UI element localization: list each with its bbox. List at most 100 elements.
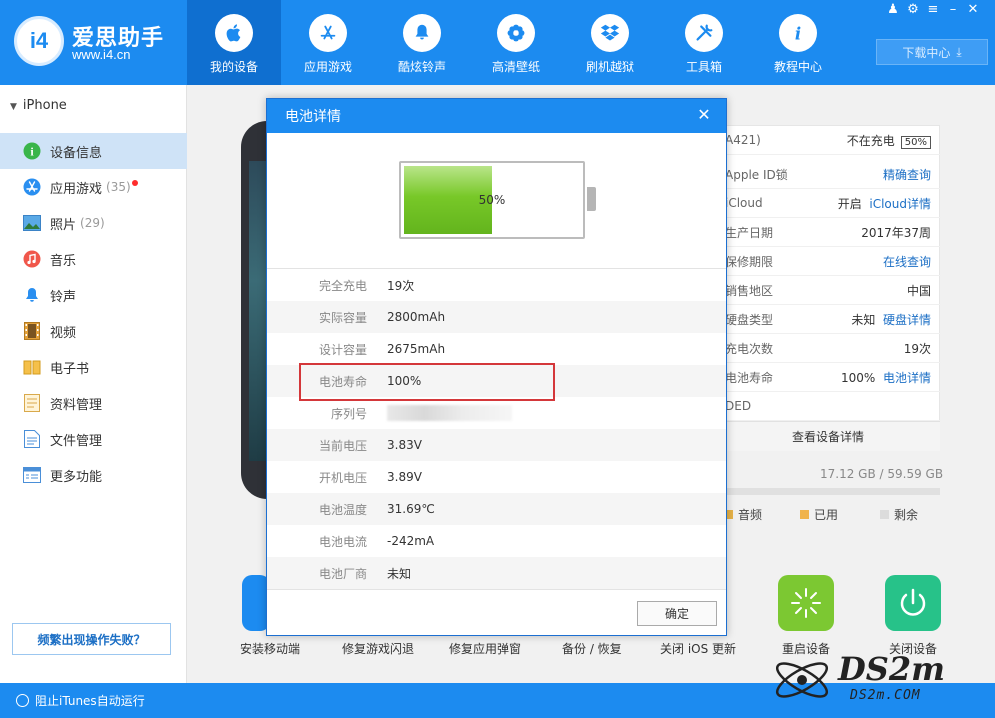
battery-row-serial: 序列号 <box>267 397 726 429</box>
row-key: 实际容量 <box>318 310 367 325</box>
info-row-disk: 硬盘类型 未知 硬盘详情 <box>717 305 941 334</box>
document-icon <box>22 393 42 413</box>
charge-status: 不在充电 50% <box>847 132 931 149</box>
minimize-icon[interactable]: – <box>943 2 963 17</box>
grid-icon <box>22 465 42 485</box>
sidebar-item-label: 照片 <box>50 217 77 233</box>
row-key: 电池厂商 <box>318 566 367 581</box>
icloud-detail-link[interactable]: iCloud详情 <box>869 197 931 211</box>
info-key: 保修期限 <box>725 254 774 269</box>
info-key: 销售地区 <box>725 283 774 298</box>
bell-icon <box>22 285 42 305</box>
tool-label: 修复应用弹窗 <box>449 642 522 656</box>
info-link[interactable]: 精确查询 <box>883 166 931 183</box>
sidebar-item-label: 视频 <box>50 325 77 341</box>
nav-label: 我的设备 <box>209 60 258 74</box>
device-selector[interactable]: ▼ iPhone <box>10 98 67 113</box>
tool-label: 备份 / 恢复 <box>562 642 622 656</box>
sidebar-item-ringtones[interactable]: 铃声 <box>0 277 187 313</box>
block-itunes-toggle[interactable]: 阻止iTunes自动运行 <box>16 692 145 709</box>
power-icon <box>885 575 941 631</box>
battery-details-dialog: 电池详情 ✕ 50% 完全充电 19次 实际容量 2800mAh 设计容量 2675m… <box>266 98 727 636</box>
sidebar-count: (29) <box>80 216 105 230</box>
battery-row-design-capacity: 设计容量 2675mAh <box>267 333 726 365</box>
app-store-icon <box>22 177 42 197</box>
view-device-details-button[interactable]: 查看设备详情 <box>716 421 940 451</box>
model-text: A421) <box>725 133 761 147</box>
disk-detail-link[interactable]: 硬盘详情 <box>883 313 931 327</box>
sidebar-item-music[interactable]: 音乐 <box>0 241 187 277</box>
battery-graphic-area: 50% <box>267 133 726 269</box>
close-icon[interactable]: ✕ <box>694 105 714 125</box>
confirm-button[interactable]: 确定 <box>637 601 717 626</box>
watermark-text: DS2m <box>838 650 945 688</box>
sidebar-item-videos[interactable]: 视频 <box>0 313 187 349</box>
sidebar-item-label: 音乐 <box>50 253 77 269</box>
row-value: -242mA <box>387 534 435 548</box>
download-center-button[interactable]: 下载中心 ⤓ <box>876 39 988 65</box>
row-key: 当前电压 <box>318 438 367 453</box>
restart-device-tool[interactable] <box>778 575 834 637</box>
battery-row-temperature: 电池温度 31.69℃ <box>267 493 726 525</box>
itunes-label: 阻止iTunes自动运行 <box>35 694 145 708</box>
battery-row-actual-capacity: 实际容量 2800mAh <box>267 301 726 333</box>
menu-icon[interactable]: ≡ <box>923 2 943 17</box>
row-value: 3.89V <box>387 470 422 484</box>
caret-down-icon: ▼ <box>10 102 17 112</box>
battery-row-current-voltage: 当前电压 3.83V <box>267 429 726 461</box>
close-icon[interactable]: ✕ <box>963 2 983 17</box>
info-icon: i <box>779 14 817 52</box>
nav-ringtones[interactable]: 酷炫铃声 <box>375 0 469 85</box>
row-value: 2675mAh <box>387 342 446 356</box>
info-value: 19次 <box>903 341 931 356</box>
info-row-production: 生产日期 2017年37周 <box>717 218 941 247</box>
top-bar: i4 爱思助手 www.i4.cn 我的设备 应用游戏 酷炫铃声 高清壁纸 刷机… <box>0 0 995 85</box>
nav-apps-games[interactable]: 应用游戏 <box>281 0 375 85</box>
sidebar-item-ebooks[interactable]: 电子书 <box>0 349 187 385</box>
device-info-panel: A421) 不在充电 50% Apple ID锁 精确查询 iCloud 开启 i… <box>716 125 941 450</box>
logo-text: i4 <box>29 28 49 53</box>
nav-flash-jailbreak[interactable]: 刷机越狱 <box>563 0 657 85</box>
row-key: 完全充电 <box>318 278 367 293</box>
row-value: 3.83V <box>387 438 422 452</box>
sidebar-item-device-info[interactable]: i 设备信息 <box>0 133 187 169</box>
sidebar-item-file-management[interactable]: 文件管理 <box>0 421 187 457</box>
info-value: 未知 <box>851 312 876 327</box>
battery-tip <box>587 187 596 211</box>
nav-tutorials[interactable]: i 教程中心 <box>751 0 845 85</box>
info-row-battery-life: 电池寿命 100% 电池详情 <box>717 363 941 392</box>
film-icon <box>22 321 42 341</box>
sidebar-item-photos[interactable]: 照片 (29) <box>0 205 187 241</box>
info-circle-icon: i <box>22 141 42 161</box>
window-controls: ♟ ⚙ ≡ – ✕ <box>883 2 983 17</box>
battery-detail-link[interactable]: 电池详情 <box>883 371 931 385</box>
nav-my-device[interactable]: 我的设备 <box>187 0 281 85</box>
shirt-icon[interactable]: ♟ <box>883 2 903 17</box>
row-key: 序列号 <box>330 406 367 421</box>
sidebar-item-label: 铃声 <box>50 289 77 305</box>
shutdown-device-tool[interactable] <box>885 575 941 637</box>
tool-label: 关闭 iOS 更新 <box>660 642 737 656</box>
frequent-failure-help-button[interactable]: 频繁出现操作失败？ <box>12 623 171 655</box>
info-link[interactable]: 在线查询 <box>883 253 931 270</box>
info-row-warranty: 保修期限 在线查询 <box>717 247 941 276</box>
row-value: 31.69℃ <box>387 502 435 516</box>
nav-label: 高清壁纸 <box>491 60 540 74</box>
legend-free: 剩余 <box>880 506 918 523</box>
gear-icon[interactable]: ⚙ <box>903 2 923 17</box>
svg-text:i: i <box>795 24 801 43</box>
sidebar-item-data-management[interactable]: 资料管理 <box>0 385 187 421</box>
sidebar-item-label: 应用游戏 <box>50 181 103 197</box>
row-key: 开机电压 <box>318 470 367 485</box>
row-key: 电池电流 <box>318 534 367 549</box>
row-value: 2800mAh <box>387 310 446 324</box>
info-key: 硬盘类型 <box>725 312 774 327</box>
nav-wallpapers[interactable]: 高清壁纸 <box>469 0 563 85</box>
download-icon: ⤓ <box>956 44 962 59</box>
storage-text: 17.12 GB / 59.59 GB <box>820 467 944 481</box>
sidebar-item-more[interactable]: 更多功能 <box>0 457 187 493</box>
nav-toolbox[interactable]: 工具箱 <box>657 0 751 85</box>
sidebar-item-apps[interactable]: 应用游戏 (35) <box>0 169 187 205</box>
atom-logo-icon <box>775 662 829 698</box>
info-value: 100% <box>841 370 876 385</box>
